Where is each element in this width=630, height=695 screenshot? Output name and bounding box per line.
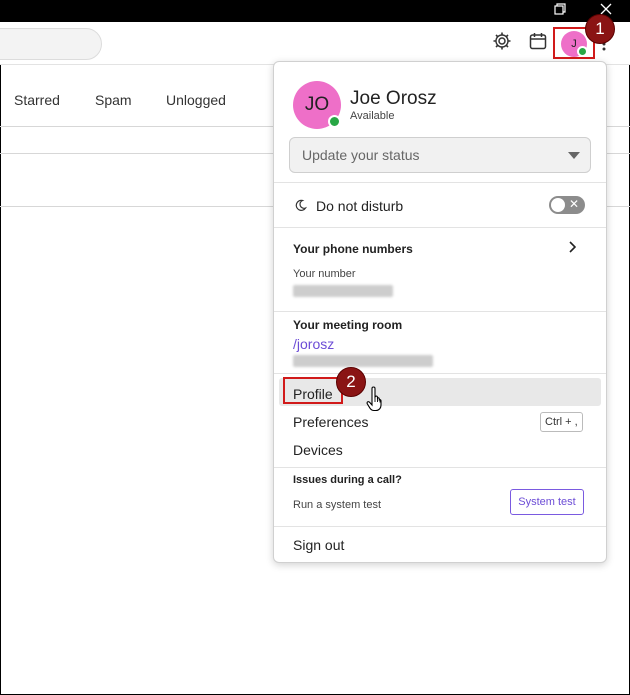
dnd-label: Do not disturb <box>316 198 404 214</box>
menu-divider <box>274 182 606 183</box>
user-name: Joe Orosz <box>350 88 437 109</box>
tab-spam[interactable]: Spam <box>95 92 132 108</box>
menu-divider <box>274 467 606 468</box>
tab-starred[interactable]: Starred <box>14 92 60 108</box>
calendar-button[interactable] <box>527 32 549 54</box>
menu-online-dot <box>328 115 341 128</box>
gear-icon <box>492 31 512 56</box>
moon-icon <box>294 199 307 217</box>
hand-pointer-icon <box>366 386 386 417</box>
title-bar <box>0 0 630 22</box>
menu-divider <box>274 227 606 228</box>
tab-unlogged[interactable]: Unlogged <box>166 92 226 108</box>
menu-item-sign-out[interactable]: Sign out <box>293 537 344 553</box>
callout-highlight-2 <box>283 377 343 404</box>
availability-status: Available <box>350 110 395 122</box>
top-toolbar <box>0 22 630 65</box>
toggle-off-icon: ✕ <box>568 197 579 211</box>
redacted-phone-number <box>293 285 393 297</box>
issues-header: Issues during a call? <box>293 474 402 486</box>
menu-divider <box>274 373 606 374</box>
menu-item-preferences[interactable]: Preferences <box>293 414 368 430</box>
callout-number-1: 1 <box>585 14 615 44</box>
status-placeholder: Update your status <box>302 147 420 163</box>
settings-button[interactable] <box>491 32 513 54</box>
restore-button[interactable] <box>538 0 582 22</box>
system-test-label: Run a system test <box>293 499 382 511</box>
phone-numbers-header[interactable]: Your phone numbers <box>293 242 413 256</box>
status-select[interactable]: Update your status <box>289 137 591 173</box>
menu-divider <box>274 311 606 312</box>
meeting-room-link[interactable]: /jorosz <box>293 336 334 352</box>
redacted-meeting-details <box>293 355 433 367</box>
chevron-right-icon[interactable] <box>568 240 577 258</box>
menu-item-devices[interactable]: Devices <box>293 442 343 458</box>
preferences-shortcut: Ctrl + , <box>540 412 583 432</box>
meeting-room-header: Your meeting room <box>293 318 403 332</box>
calendar-icon <box>528 31 548 56</box>
profile-menu: JO Joe Orosz Available Update your statu… <box>273 61 607 563</box>
menu-divider <box>274 526 606 527</box>
search-input[interactable] <box>0 28 102 60</box>
your-number-label: Your number <box>293 268 356 280</box>
dnd-toggle[interactable]: ✕ <box>549 196 585 214</box>
system-test-button[interactable]: System test <box>510 489 584 515</box>
restore-icon <box>554 2 566 20</box>
chevron-down-icon <box>568 152 580 159</box>
callout-number-2: 2 <box>336 367 366 397</box>
toggle-knob <box>551 198 565 212</box>
